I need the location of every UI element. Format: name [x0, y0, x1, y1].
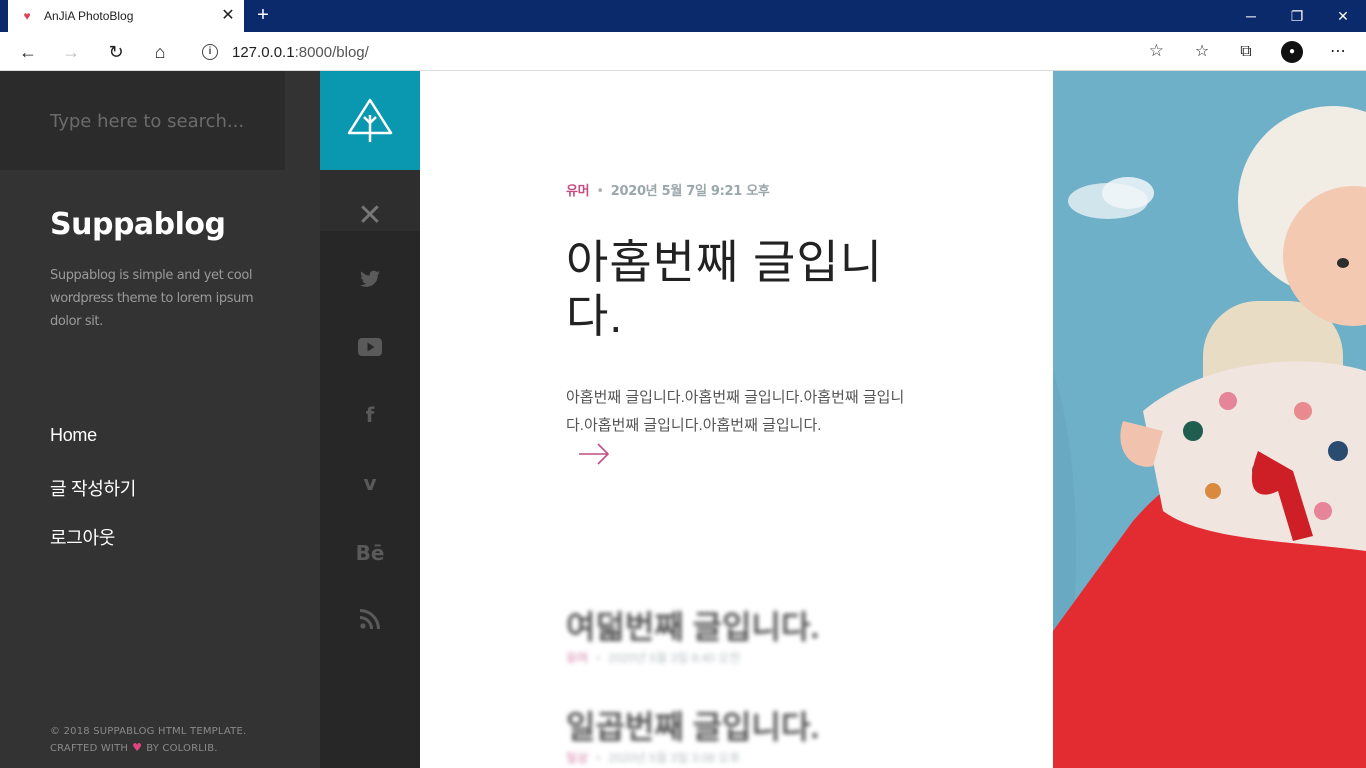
sidebar: Suppablog Suppablog is simple and yet co…: [0, 71, 320, 768]
post-title[interactable]: 일곱번째 글입니다.: [566, 702, 819, 748]
search-input[interactable]: [50, 107, 270, 135]
main-content: 유머 • 2020년 5월 7일 9:21 오후 아홉번째 글입니다. 아홉번째 글…: [420, 71, 1053, 768]
collections-icon[interactable]: ⧉: [1232, 38, 1260, 66]
post-title[interactable]: 여덟번째 글입니다.: [566, 602, 819, 648]
home-icon[interactable]: ⌂: [146, 38, 174, 66]
new-tab-icon[interactable]: +: [252, 4, 274, 26]
site-tagline: Suppablog is simple and yet cool wordpre…: [50, 268, 254, 329]
vimeo-icon[interactable]: v: [320, 471, 420, 495]
featured-photo: [1053, 71, 1366, 768]
browser-toolbar: ← → ↻ ⌂ i 127.0.0.1:8000/blog/ ☆ ☆ ⧉ ⋯: [0, 32, 1366, 71]
read-more-arrow-icon[interactable]: [578, 441, 610, 467]
tab-title: AnJiA PhotoBlog: [44, 9, 134, 23]
minimize-icon[interactable]: ─: [1228, 0, 1274, 32]
baby-photo-image: [1053, 71, 1366, 768]
site-title[interactable]: Suppablog: [50, 207, 226, 242]
restore-icon[interactable]: ❐: [1274, 0, 1320, 32]
facebook-icon[interactable]: f: [320, 403, 420, 427]
post-title[interactable]: 아홉번째 글입니다.: [566, 235, 926, 343]
menu-item-logout[interactable]: 로그아웃: [50, 524, 136, 574]
url-host: 127.0.0.1: [232, 43, 295, 61]
tree-logo-icon: [347, 98, 393, 142]
behance-icon[interactable]: Bē: [320, 541, 420, 565]
close-menu-icon[interactable]: ✕: [320, 201, 420, 231]
profile-avatar[interactable]: ●: [1281, 41, 1303, 63]
forward-icon[interactable]: →: [57, 38, 85, 66]
url-text: 127.0.0.1:8000/blog/: [232, 44, 369, 61]
colorlib-link[interactable]: BY COLORLIB.: [146, 743, 217, 754]
browser-tab[interactable]: ♥ AnJiA PhotoBlog ✕: [8, 0, 244, 32]
favorite-star-icon[interactable]: ☆: [1149, 41, 1164, 61]
favorites-list-icon[interactable]: ☆: [1188, 38, 1216, 66]
post-date: 2020년 5월 7일 9:21 오후: [610, 184, 770, 199]
rss-icon[interactable]: [320, 609, 420, 634]
copyright-crafted: CRAFTED WITH: [50, 743, 129, 754]
refresh-icon[interactable]: ↻: [102, 38, 130, 66]
post-meta: 유머 • 2020년 5월 7일 9:21 오후: [566, 180, 770, 199]
social-iconbar: ✕ f v Bē: [320, 71, 420, 768]
meta-dot: •: [596, 184, 604, 199]
page: Suppablog Suppablog is simple and yet co…: [0, 71, 1366, 768]
window-close-icon[interactable]: ✕: [1320, 0, 1366, 32]
post-category[interactable]: 유머: [566, 184, 590, 199]
meta-dot: •: [596, 651, 601, 665]
meta-dot: •: [596, 751, 601, 765]
site-info-icon[interactable]: i: [202, 44, 218, 60]
post-date: 2020년 5월 3일 3:08 오후: [608, 751, 741, 765]
copyright-line2: CRAFTED WITH ♥ BY COLORLIB.: [50, 740, 246, 757]
heart-icon: ♥: [132, 741, 143, 754]
post-meta: 유머 • 2020년 5월 3일 8:40 오전: [566, 649, 740, 666]
post-date: 2020년 5월 3일 8:40 오전: [608, 651, 741, 665]
post-meta: 일상 • 2020년 5월 3일 3:08 오후: [566, 749, 740, 766]
youtube-icon[interactable]: [320, 337, 420, 361]
url-path: :8000/blog/: [294, 43, 369, 61]
menu-item-home[interactable]: Home: [50, 425, 136, 475]
address-bar[interactable]: i 127.0.0.1:8000/blog/ ☆: [188, 37, 1176, 67]
search-box: [0, 71, 285, 170]
back-icon[interactable]: ←: [14, 38, 42, 66]
more-icon[interactable]: ⋯: [1324, 38, 1352, 66]
browser-titlebar: ♥ AnJiA PhotoBlog ✕ + ─ ❐ ✕: [0, 0, 1366, 32]
post-excerpt: 아홉번째 글입니다.아홉번째 글입니다.아홉번째 글입니다.아홉번째 글입니다.…: [566, 389, 905, 434]
main-menu: Home 글 작성하기 로그아웃: [50, 425, 136, 574]
post-category[interactable]: 일상: [566, 751, 588, 765]
logo[interactable]: [320, 71, 420, 170]
copyright: © 2018 SUPPABLOG HTML TEMPLATE. CRAFTED …: [50, 724, 246, 757]
menu-item-write-post[interactable]: 글 작성하기: [50, 475, 136, 525]
heart-favicon-icon: ♥: [23, 9, 31, 23]
copyright-line1: © 2018 SUPPABLOG HTML TEMPLATE.: [50, 726, 247, 737]
post-category[interactable]: 유머: [566, 651, 588, 665]
twitter-icon[interactable]: [320, 269, 420, 293]
tab-close-icon[interactable]: ✕: [218, 6, 238, 26]
